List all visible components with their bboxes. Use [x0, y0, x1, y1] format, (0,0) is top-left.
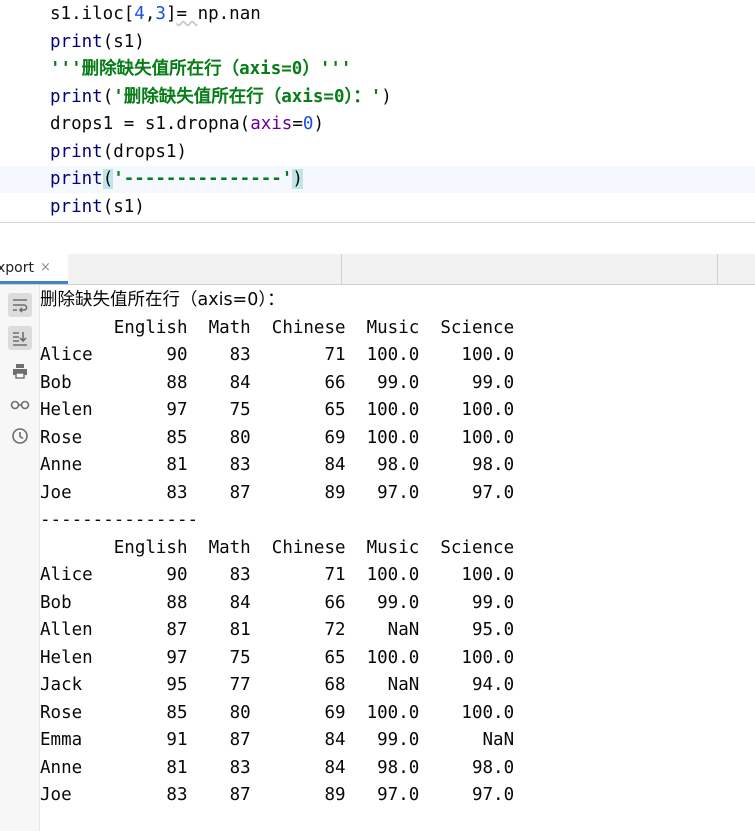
run-console[interactable]: 删除缺失值所在行（axis=0）： English Math Chinese M… [0, 285, 755, 831]
table-row: Bob 88 84 66 99.0 99.0 [40, 372, 515, 393]
table-header: English Math Chinese Music Science [40, 317, 515, 338]
run-tool-window-tabbar: xport × [0, 254, 755, 285]
table-row: Anne 81 83 84 98.0 98.0 [40, 455, 515, 475]
table-row: Allen 87 81 72 NaN 95.0 [40, 620, 515, 640]
tabbar-divider [717, 254, 718, 285]
code-token: ( [102, 169, 114, 189]
table-row: Helen 97 75 65 100.0 100.0 [40, 647, 515, 668]
glasses-icon[interactable] [8, 392, 32, 416]
table-row: Alice 90 83 71 100.0 100.0 [40, 345, 515, 365]
table-row: Rose 85 80 69 100.0 100.0 [40, 427, 515, 448]
code-token: s1.iloc[ [50, 4, 135, 24]
code-token: '删除缺失值所在行（axis=0）：' [113, 86, 382, 107]
print-icon[interactable] [8, 359, 32, 383]
table-row: Emma 91 87 84 99.0 NaN [40, 730, 515, 750]
code-token: print [50, 169, 103, 189]
scroll-to-end-icon[interactable] [8, 326, 32, 350]
clock-icon[interactable] [8, 424, 32, 448]
editor-bottom-area [0, 223, 755, 254]
code-token: = [176, 4, 198, 24]
table-header: English Math Chinese Music Science [40, 537, 515, 558]
code-token: print [50, 31, 103, 52]
table-row: Joe 83 87 89 97.0 97.0 [40, 482, 515, 503]
code-token: ) [381, 86, 392, 107]
table-row: Rose 85 80 69 100.0 100.0 [40, 702, 515, 723]
table-row: Bob 88 84 66 99.0 99.0 [40, 592, 515, 613]
code-line[interactable]: print('---------------') [50, 166, 303, 193]
code-token: 0 [302, 114, 314, 134]
table-row: Jack 95 77 68 NaN 94.0 [40, 675, 515, 695]
table-row: Helen 97 75 65 100.0 100.0 [40, 400, 515, 420]
code-line[interactable]: print(drops1) [50, 139, 187, 166]
code-line[interactable]: print(s1) [50, 29, 145, 56]
code-token: print [50, 141, 103, 162]
code-token: (drops1) [102, 141, 187, 162]
code-token: ( [102, 86, 114, 107]
code-token: = [292, 114, 303, 134]
table-row: Alice 90 83 71 100.0 100.0 [40, 565, 515, 585]
code-line[interactable]: '''删除缺失值所在行（axis=0）''' [50, 56, 351, 83]
code-editor[interactable]: s1.iloc[4,3]= np.nan print(s1) '''删除缺失值所在行… [0, 0, 755, 222]
code-token: (s1) [102, 196, 145, 217]
code-line[interactable]: print('删除缺失值所在行（axis=0）：') [50, 84, 392, 111]
table-row: Anne 81 83 84 98.0 98.0 [40, 757, 515, 778]
console-toolbar [0, 285, 40, 831]
code-line[interactable]: print(s1) [50, 194, 145, 221]
code-line[interactable]: drops1 = s1.dropna(axis=0) [50, 111, 324, 138]
code-token: 3 [155, 4, 166, 24]
code-token: ) [292, 169, 303, 189]
code-token: print [50, 86, 103, 107]
code-token: ) [313, 114, 324, 134]
code-token: axis [250, 114, 293, 134]
close-icon[interactable]: × [40, 260, 51, 275]
code-token: 4 [134, 4, 145, 24]
run-tab-label: xport [0, 259, 34, 276]
separator-line: --------------- [40, 510, 199, 530]
code-token: '''删除缺失值所在行（axis=0）''' [50, 59, 352, 79]
code-token: drops1 = s1.dropna( [50, 114, 251, 134]
run-tab-export[interactable]: xport × [0, 254, 68, 284]
table-row: Joe 83 87 89 97.0 97.0 [40, 785, 515, 805]
code-token: np.nan [197, 4, 261, 24]
console-heading: 删除缺失值所在行（axis=0）： [40, 290, 285, 310]
soft-wrap-icon[interactable] [8, 293, 32, 317]
code-token: (s1) [102, 31, 145, 52]
code-token: print [50, 196, 103, 217]
code-token: ] [165, 4, 177, 24]
tabbar-divider [341, 254, 342, 285]
code-token: , [144, 4, 156, 24]
code-token: '---------------' [113, 169, 293, 189]
code-line[interactable]: s1.iloc[4,3]= np.nan [50, 1, 261, 28]
